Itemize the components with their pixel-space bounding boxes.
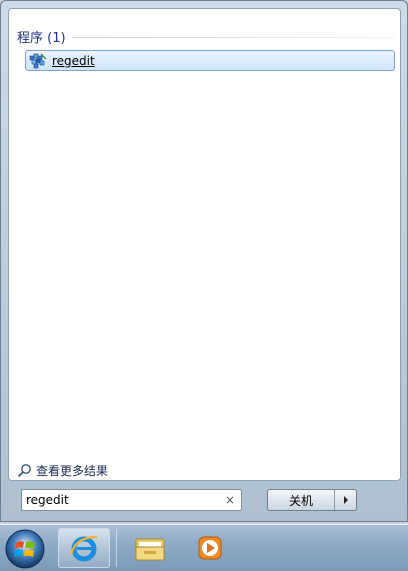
result-item-regedit[interactable]: regedit — [25, 50, 395, 71]
shutdown-button[interactable]: 关机 — [268, 490, 335, 510]
search-input[interactable] — [26, 493, 216, 507]
taskbar-internet-explorer[interactable] — [58, 528, 110, 568]
programs-group-title: 程序 (1) — [17, 30, 66, 46]
shutdown-options-button[interactable] — [335, 490, 356, 510]
taskbar-media-player[interactable] — [184, 528, 236, 568]
regedit-icon — [29, 53, 47, 69]
result-label: regedit — [52, 53, 95, 68]
see-more-results-label: 查看更多结果 — [36, 463, 109, 478]
right-arrow-icon — [343, 496, 348, 504]
taskbar-separator — [116, 529, 117, 567]
taskbar — [0, 524, 408, 571]
group-divider — [71, 36, 395, 38]
magnifier-icon — [17, 463, 31, 477]
start-menu: 程序 (1) regedit 查看更多结果 regedit × 关机 — [0, 0, 408, 522]
clear-search-icon[interactable]: × — [225, 493, 235, 507]
shutdown-button-group: 关机 — [267, 489, 357, 511]
start-search-box[interactable]: × — [21, 489, 242, 511]
media-player-icon — [198, 536, 222, 560]
ie-icon — [69, 535, 98, 562]
taskbar-windows-explorer[interactable] — [124, 528, 176, 568]
windows-orb-icon[interactable] — [4, 528, 46, 570]
search-results-pane: 程序 (1) regedit 查看更多结果 — [8, 8, 401, 481]
see-more-results-link[interactable]: 查看更多结果 — [17, 461, 108, 479]
programs-group-header: 程序 (1) — [17, 25, 395, 47]
folder-icon — [135, 538, 165, 561]
